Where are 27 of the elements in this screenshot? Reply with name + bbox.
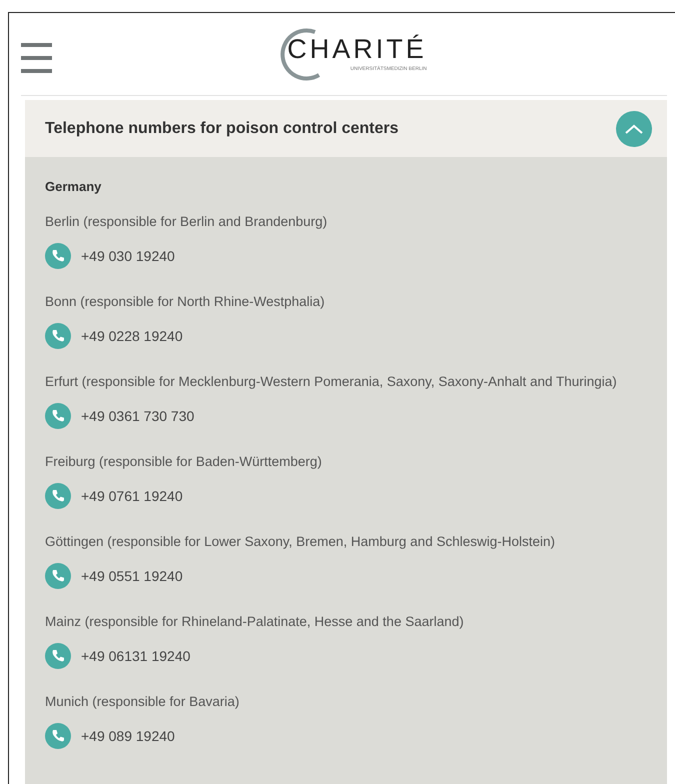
collapse-button[interactable] bbox=[616, 110, 652, 146]
phone-number-link[interactable]: +49 0361 730 730 bbox=[81, 408, 194, 424]
phone-icon[interactable] bbox=[45, 403, 71, 429]
country-heading: Germany bbox=[45, 179, 102, 194]
logo-name: CHARITÉ bbox=[287, 36, 427, 63]
center-label: Mainz (responsible for Rhineland-Palatinate, Hesse and the Saarland) bbox=[45, 614, 465, 629]
menu-icon[interactable] bbox=[21, 43, 52, 73]
phone-icon[interactable] bbox=[45, 243, 71, 269]
phone-number-link[interactable]: +49 0551 19240 bbox=[81, 568, 183, 584]
phone-number-link[interactable]: +49 06131 19240 bbox=[81, 648, 190, 664]
center-label: Freiburg (responsible for Baden-Württemberg) bbox=[45, 454, 323, 469]
phone-icon[interactable] bbox=[45, 483, 71, 509]
phone-icon[interactable] bbox=[45, 723, 71, 749]
center-label: Bonn (responsible for North Rhine-Westphalia) bbox=[45, 294, 326, 309]
phone-icon[interactable] bbox=[45, 323, 71, 349]
chevron-icon bbox=[624, 122, 644, 134]
center-label: Munich (responsible for Bavaria) bbox=[45, 694, 240, 709]
center-label: Berlin (responsible for Berlin and Brandenburg) bbox=[45, 214, 328, 229]
phone-number-link[interactable]: +49 0761 19240 bbox=[81, 488, 183, 504]
accordion-title: Telephone numbers for poison control centers bbox=[45, 120, 399, 138]
phone-icon[interactable] bbox=[45, 563, 71, 589]
phone-number-link[interactable]: +49 030 19240 bbox=[81, 248, 175, 264]
center-label: Erfurt (responsible for Mecklenburg-Western Pomerania, Saxony, Saxony-Anhalt and Thuringia) bbox=[45, 374, 618, 389]
phone-icon[interactable] bbox=[45, 643, 71, 669]
phone-number-link[interactable]: +49 089 19240 bbox=[81, 728, 175, 744]
center-label: Göttingen (responsible for Lower Saxony, Bremen, Hamburg and Schleswig-Holstein) bbox=[45, 534, 556, 549]
phone-number-link[interactable]: +49 0228 19240 bbox=[81, 328, 183, 344]
